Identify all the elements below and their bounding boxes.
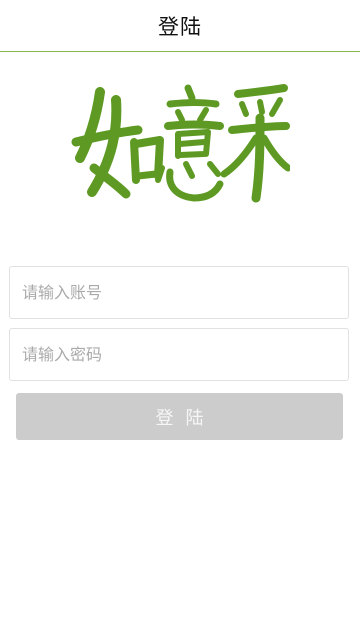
brand-logo xyxy=(70,80,290,210)
account-field[interactable] xyxy=(9,266,349,319)
page-title: 登陆 xyxy=(158,14,202,39)
app-header: 登陆 xyxy=(0,0,360,52)
brand-logo-image xyxy=(71,84,290,203)
password-field[interactable] xyxy=(9,328,349,381)
account-input[interactable] xyxy=(10,267,348,318)
login-button[interactable]: 登陆 xyxy=(16,393,343,440)
password-input[interactable] xyxy=(10,329,348,380)
